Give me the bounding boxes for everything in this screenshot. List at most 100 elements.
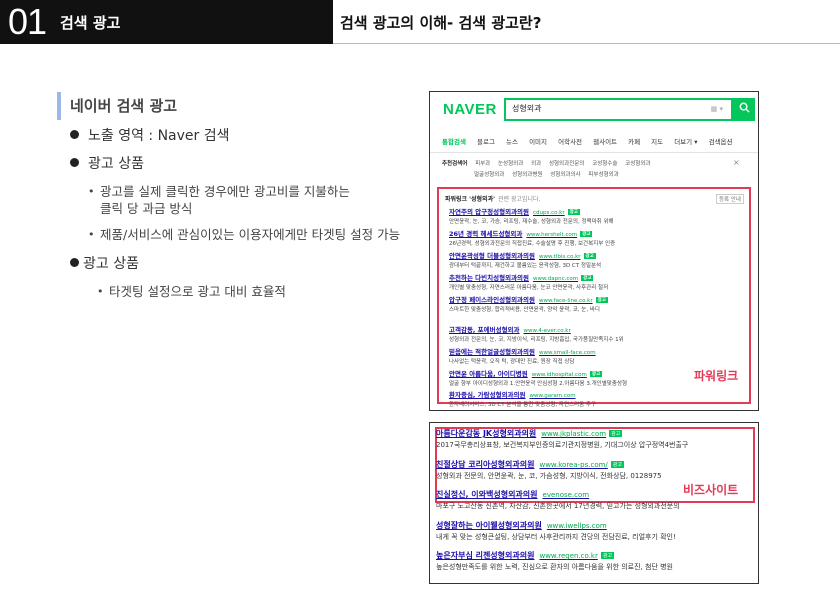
- ad-title[interactable]: 자연주의 압구정성형외과의원: [449, 208, 529, 216]
- register-guide-link[interactable]: 등록 안내: [716, 194, 744, 204]
- ad-title[interactable]: 압구정 페이스라인성형외과의원: [449, 296, 535, 304]
- ad-title[interactable]: 아름다운감동 JK성형외과의원: [436, 429, 536, 438]
- ad-title[interactable]: 친절상담 코리아성형외과의원: [436, 460, 534, 469]
- tab-website[interactable]: 웹사이트: [593, 138, 617, 146]
- close-icon[interactable]: ×: [733, 158, 740, 167]
- powerlink-ad[interactable]: 추천하는 다빈치성형외과의원 www.dapnc.com 광고 개인별 맞춤성형, …: [449, 272, 749, 291]
- ad-desc: 높은성형만족도를 위한 노력, 진심으로 환자의 아름다움을 위한 의료진, 첨…: [436, 563, 673, 571]
- bizsite-screenshot: 아름다운감동 JK성형외과의원 www.jkplastic.com 광고 2017국…: [429, 422, 759, 584]
- tab-map[interactable]: 지도: [651, 138, 663, 146]
- related-searches-row: 추천검색어 피부과 눈성형외과 외과 성형외과전문의 코성형수술 코성형외과: [442, 159, 656, 167]
- ad-url[interactable]: www.iwellps.com: [547, 522, 607, 530]
- bizsite-label: 비즈사이트: [683, 483, 739, 497]
- subbullet-cpc: • 광고를 실제 클릭한 경우에만 광고비를 지불하는 클릭 당 과금 방식: [88, 183, 350, 217]
- ad-title[interactable]: 안면윤곽성형 더블성형외과의원: [449, 252, 535, 260]
- naver-search-screenshot: NAVER 성형외과 ▦ ▾ 통합검색 블로그 뉴스 이미지 어학사전 웹사이트…: [429, 91, 759, 411]
- small-dot-icon: •: [88, 185, 95, 198]
- subbullet-targeting: • 제품/서비스에 관심이있는 이용자에게만 타겟팅 설정 가능: [88, 226, 401, 243]
- ad-url[interactable]: www.regen.co.kr: [539, 552, 597, 560]
- related-item[interactable]: 성형외과전문의: [549, 161, 584, 167]
- page-title: 검색 광고의 이해- 검색 광고란?: [340, 14, 542, 32]
- related-item[interactable]: 피부성형외과: [588, 172, 618, 178]
- powerlink-ad[interactable]: 안면윤곽성형 더블성형외과의원 www.tlbis.co.kr 광고 광대부터 턱끝…: [449, 250, 749, 269]
- ad-badge: 광고: [595, 297, 608, 303]
- powerlink-ad[interactable]: 믿음에는 적한얼굴성형외과의원 www.small-face.com 나사없는 턱…: [449, 346, 749, 365]
- ad-desc: 나사없는 턱윤곽, 오직 턱, 광대만 진료, 원장 직접 상담: [449, 359, 575, 365]
- ad-title[interactable]: 환자중심, 가람성형외과의원: [449, 391, 526, 399]
- tab-dictionary[interactable]: 어학사전: [558, 138, 582, 146]
- ad-url[interactable]: www.jkplastic.com: [541, 430, 606, 438]
- ad-url[interactable]: www.korea-ps.com/: [539, 461, 607, 469]
- related-item[interactable]: 성형외과의사: [550, 172, 580, 178]
- search-tabs: 통합검색 블로그 뉴스 이미지 어학사전 웹사이트 카페 지도 더보기 ▾ 검색…: [442, 136, 758, 150]
- tab-news[interactable]: 뉴스: [506, 138, 518, 146]
- bizsite-ad[interactable]: 높은자부심 리젠성형외과의원 www.regen.co.kr 광고 높은성형만족도를…: [436, 550, 756, 572]
- tab-image[interactable]: 이미지: [529, 138, 547, 146]
- subbullet-line: 제품/서비스에 관심이있는 이용자에게만 타겟팅 설정 가능: [100, 227, 401, 242]
- bullet-text: 광고 상품: [83, 256, 139, 272]
- ad-url[interactable]: www.garam.com: [530, 393, 576, 399]
- ad-title[interactable]: 고객감동, 포에버성형외과: [449, 326, 520, 334]
- related-item[interactable]: 외과: [531, 161, 541, 167]
- ad-desc: 마포구 노고산동 신촌역, 자산감, 신촌한곳에서 17년경력, 믿고가는 성형…: [436, 502, 680, 510]
- tab-options[interactable]: 검색옵션: [709, 138, 733, 146]
- ad-url[interactable]: www.dapnc.com: [533, 276, 578, 282]
- tab-more[interactable]: 더보기 ▾: [674, 138, 697, 146]
- ad-title[interactable]: 믿음에는 적한얼굴성형외과의원: [449, 348, 535, 356]
- search-input[interactable]: 성형외과 ▦ ▾: [504, 98, 733, 121]
- powerlink-ad[interactable]: 자연주의 압구정성형외과의원 cdups.co.kr 광고 안면윤곽, 눈, 코, …: [449, 206, 749, 225]
- powerlink-ad[interactable]: 환자중심, 가람성형외과의원 www.garam.com 환자배려서비스, 3D …: [449, 389, 749, 408]
- powerlink-ad[interactable]: 고객감동, 포에버성형외과 www.4-ever.co.kr 성형외과 전문의, …: [449, 324, 749, 343]
- powerlink-ad[interactable]: 압구정 페이스라인성형외과의원 www.face-line.co.kr 광고 스마트…: [449, 294, 749, 313]
- bullet-ad-product-2: 광고 상품: [70, 255, 139, 273]
- search-icon: [739, 102, 750, 113]
- ad-title[interactable]: 안면윤 아름다움, 아이디병원: [449, 370, 528, 378]
- tabs-divider: [430, 152, 758, 153]
- header-dark-panel: 01 검색 광고: [0, 0, 333, 44]
- ad-url[interactable]: www.tlbis.co.kr: [539, 254, 581, 260]
- tab-cafe[interactable]: 카페: [628, 138, 640, 146]
- header-divider: [333, 43, 840, 44]
- related-item[interactable]: 피부과: [475, 161, 490, 167]
- related-item[interactable]: 성형외과병원: [512, 172, 542, 178]
- ad-url[interactable]: evenose.com: [543, 491, 590, 499]
- ad-title[interactable]: 높은자부심 리젠성형외과의원: [436, 551, 534, 560]
- powerlink-title: 파워링크 '성형외과': [445, 196, 495, 203]
- bizsite-ad[interactable]: 친절상담 코리아성형외과의원 www.korea-ps.com/광고 성형외과 전…: [436, 459, 756, 481]
- related-item[interactable]: 코성형수술: [592, 161, 617, 167]
- ad-title[interactable]: 26년 경력 헤세드성형외과: [449, 230, 522, 238]
- ad-url[interactable]: cdups.co.kr: [533, 210, 565, 216]
- ad-desc: 내게 꼭 맞는 성형큰설팅, 상담부터 사후관리까지 견당의 전담진료, 리얼후…: [436, 533, 676, 541]
- section-title: 네이버 검색 광고: [57, 92, 177, 120]
- ad-url[interactable]: www.4-ever.co.kr: [524, 328, 571, 334]
- ad-title[interactable]: 성형잘하는 아이웰성형외과의원: [436, 521, 542, 530]
- related-label: 추천검색어: [442, 161, 468, 167]
- header-bar: 01 검색 광고 검색 광고의 이해- 검색 광고란?: [0, 0, 840, 44]
- related-item[interactable]: 눈성형외과: [498, 161, 523, 167]
- related-item[interactable]: 코성형외과: [625, 161, 650, 167]
- powerlink-ad[interactable]: 26년 경력 헤세드성형외과 www.hershelt.com 광고 26년경력, …: [449, 228, 749, 247]
- ad-url[interactable]: www.hershelt.com: [526, 232, 577, 238]
- ad-title[interactable]: 추천하는 다빈치성형외과의원: [449, 274, 529, 282]
- ad-url[interactable]: www.small-face.com: [539, 350, 596, 356]
- ad-desc: 개인별 맞춤성형, 자연스러운 아름다움, 눈코 안면윤곽, 사후관리 철저: [449, 285, 609, 291]
- related-item[interactable]: 얼굴성형외과: [474, 172, 504, 178]
- small-dot-icon: •: [97, 285, 104, 298]
- search-button[interactable]: [733, 98, 755, 121]
- bullet-ad-product: 광고 상품: [70, 155, 144, 173]
- tab-blog[interactable]: 블로그: [477, 138, 495, 146]
- keyboard-icon[interactable]: ▦ ▾: [711, 105, 723, 113]
- powerlink-header: 파워링크 '성형외과' 관련 광고입니다.: [445, 194, 540, 203]
- bizsite-ad[interactable]: 성형잘하는 아이웰성형외과의원 www.iwellps.com 내게 꼭 맞는 성…: [436, 520, 756, 542]
- naver-logo[interactable]: NAVER: [443, 101, 497, 118]
- powerlink-subtitle: 관련 광고입니다.: [497, 196, 541, 203]
- ad-badge: 광고: [600, 552, 615, 559]
- tab-integrated[interactable]: 통합검색: [442, 138, 466, 146]
- ad-url[interactable]: www.idhospital.com: [532, 372, 587, 378]
- bizsite-ad[interactable]: 아름다운감동 JK성형외과의원 www.jkplastic.com 광고 2017국…: [436, 428, 756, 450]
- ad-title[interactable]: 진실정신, 이와백성형외과의원: [436, 490, 538, 499]
- section-number: 01: [8, 1, 47, 42]
- ad-badge: 광고: [589, 371, 603, 377]
- ad-url[interactable]: www.face-line.co.kr: [539, 298, 593, 304]
- ad-badge: 광고: [581, 275, 594, 281]
